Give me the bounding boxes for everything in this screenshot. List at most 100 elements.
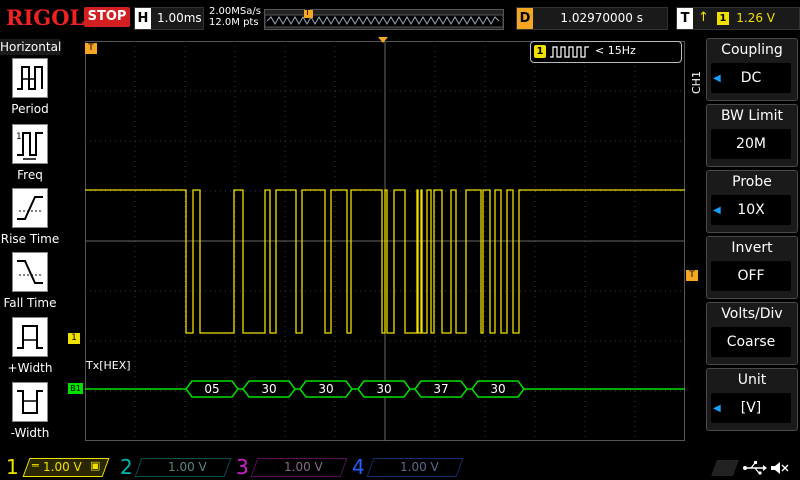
channel-3-scale: 1.00 V bbox=[284, 460, 323, 474]
channel-1-tab[interactable]: 1 ═ 1.00 V ▣ bbox=[0, 455, 110, 480]
trigger-source: 1 bbox=[717, 12, 729, 25]
measure-period-button[interactable]: Period bbox=[0, 58, 60, 120]
channel-4-tab[interactable]: 4 1.00 V bbox=[350, 455, 464, 480]
top-status-bar: RIGOL STOP H 1.00ms 2.00MSa/s 12.0M pts … bbox=[0, 0, 800, 36]
delay-label: D bbox=[517, 8, 533, 29]
probe-value: 10X bbox=[711, 195, 791, 225]
left-menu-title: Horizontal bbox=[0, 39, 62, 55]
channel-3-number: 3 bbox=[236, 455, 249, 479]
left-measure-menu: Horizontal Period 1 Freq Rise Time Fall … bbox=[0, 36, 62, 450]
trigger-delay[interactable]: D 1.02970000 s bbox=[516, 7, 668, 30]
coupling-value: DC bbox=[711, 63, 791, 93]
fall-time-icon bbox=[12, 252, 48, 292]
trigger-settings[interactable]: T ↑ 1 1.26 V bbox=[676, 7, 800, 30]
decode-bus-marker[interactable]: B1 bbox=[68, 383, 83, 394]
channel-status-bar: 1 ═ 1.00 V ▣ 2 1.00 V 3 1.00 V 4 1.00 V bbox=[0, 455, 800, 480]
run-stop-status[interactable]: STOP bbox=[84, 7, 130, 27]
frequency-icon: 1 bbox=[12, 124, 48, 164]
positive-width-label: +Width bbox=[7, 361, 53, 375]
negative-width-label: -Width bbox=[10, 426, 50, 440]
status-icons bbox=[711, 460, 789, 476]
brand-logo: RIGOL bbox=[6, 5, 85, 30]
coupling-selector-arrow-icon: ◀ bbox=[713, 73, 721, 84]
horizontal-timebase[interactable]: H 1.00ms bbox=[134, 7, 204, 30]
invert-title: Invert bbox=[731, 240, 773, 256]
memory-depth: 12.0M pts bbox=[209, 17, 259, 28]
channel-4-scale: 1.00 V bbox=[400, 460, 439, 474]
horizontal-label: H bbox=[135, 8, 151, 29]
graticule: 05 30 30 30 37 30 bbox=[85, 41, 685, 441]
measure-positive-width-button[interactable]: +Width bbox=[0, 317, 60, 379]
decode-bus-label: Tx[HEX] bbox=[86, 359, 131, 372]
freq-label: Freq bbox=[17, 168, 43, 182]
period-label: Period bbox=[11, 102, 49, 116]
channel-2-tab[interactable]: 2 1.00 V bbox=[118, 455, 232, 480]
rise-time-label: Rise Time bbox=[0, 232, 60, 246]
positive-width-icon bbox=[12, 317, 48, 357]
unit-title: Unit bbox=[737, 372, 767, 388]
svg-text:1: 1 bbox=[16, 132, 22, 142]
bw-limit-value: 20M bbox=[711, 129, 791, 159]
channel1-ground-marker[interactable]: 1 bbox=[68, 333, 80, 344]
memory-overview-bar[interactable]: T bbox=[264, 8, 504, 30]
sound-muted-icon bbox=[771, 462, 789, 474]
waveform-display[interactable]: 05 30 30 30 37 30 bbox=[85, 41, 685, 441]
bandwidth-limit-icon: ▣ bbox=[90, 459, 101, 472]
decode-byte-value: 30 bbox=[490, 382, 505, 396]
decode-byte-value: 30 bbox=[261, 382, 276, 396]
rise-time-icon bbox=[12, 188, 48, 228]
coupling-title: Coupling bbox=[721, 42, 783, 58]
unit-selector-arrow-icon: ◀ bbox=[713, 403, 721, 414]
channel-1-number: 1 bbox=[6, 455, 19, 479]
unit-button[interactable]: Unit [V] ◀ bbox=[706, 368, 798, 431]
channel-menu: Coupling DC ◀ BW Limit 20M Probe 10X ◀ I… bbox=[700, 36, 800, 450]
probe-selector-arrow-icon: ◀ bbox=[713, 205, 721, 216]
counter-value: < 15Hz bbox=[595, 44, 636, 57]
dc-coupling-icon: ═ bbox=[32, 459, 39, 472]
probe-button[interactable]: Probe 10X ◀ bbox=[706, 170, 798, 233]
decode-byte-value: 05 bbox=[204, 382, 219, 396]
sample-rate: 2.00MSa/s bbox=[209, 6, 261, 17]
channel-2-number: 2 bbox=[120, 455, 133, 479]
volts-div-title: Volts/Div bbox=[721, 306, 783, 322]
invert-value: OFF bbox=[711, 261, 791, 291]
channel-3-tab[interactable]: 3 1.00 V bbox=[234, 455, 348, 480]
delay-value: 1.02970000 s bbox=[560, 11, 643, 25]
decode-byte-value: 30 bbox=[376, 382, 391, 396]
memory-waveform-preview bbox=[265, 10, 503, 28]
acquisition-info: 2.00MSa/s 12.0M pts bbox=[209, 6, 261, 28]
memory-trigger-marker: T bbox=[305, 8, 310, 17]
channel-2-scale: 1.00 V bbox=[168, 460, 207, 474]
trigger-time-marker[interactable]: T bbox=[85, 43, 97, 54]
volts-div-value: Coarse bbox=[711, 327, 791, 357]
bw-limit-button[interactable]: BW Limit 20M bbox=[706, 104, 798, 167]
period-icon bbox=[12, 58, 48, 98]
frequency-counter[interactable]: 1 < 15Hz bbox=[530, 41, 682, 63]
trigger-level-marker[interactable]: T bbox=[686, 270, 698, 281]
volts-div-button[interactable]: Volts/Div Coarse bbox=[706, 302, 798, 365]
timebase-value: 1.00ms bbox=[157, 11, 202, 25]
trigger-level: 1.26 V bbox=[736, 11, 775, 25]
channel-4-number: 4 bbox=[352, 455, 365, 479]
unit-value: [V] bbox=[711, 393, 791, 423]
invert-button[interactable]: Invert OFF bbox=[706, 236, 798, 299]
decode-byte-value: 37 bbox=[433, 382, 448, 396]
pulse-train-icon bbox=[550, 46, 589, 58]
trigger-label: T bbox=[677, 8, 693, 29]
coupling-button[interactable]: Coupling DC ◀ bbox=[706, 38, 798, 101]
channel-1-waveform bbox=[85, 189, 685, 334]
probe-title: Probe bbox=[732, 174, 772, 190]
usb-icon bbox=[743, 461, 767, 475]
decode-byte-value: 30 bbox=[318, 382, 333, 396]
measure-rise-time-button[interactable]: Rise Time bbox=[0, 188, 60, 250]
trigger-position-arrow[interactable] bbox=[378, 37, 388, 43]
negative-width-icon bbox=[12, 382, 48, 422]
ch1-menu-tab[interactable]: CH1 bbox=[690, 71, 703, 94]
counter-channel: 1 bbox=[534, 45, 546, 58]
bw-limit-title: BW Limit bbox=[720, 108, 784, 124]
measure-frequency-button[interactable]: 1 Freq bbox=[0, 124, 60, 186]
measure-negative-width-button[interactable]: -Width bbox=[0, 382, 60, 444]
measure-fall-time-button[interactable]: Fall Time bbox=[0, 252, 60, 314]
rising-edge-icon: ↑ bbox=[698, 10, 709, 25]
channel-1-scale: 1.00 V bbox=[43, 460, 82, 474]
